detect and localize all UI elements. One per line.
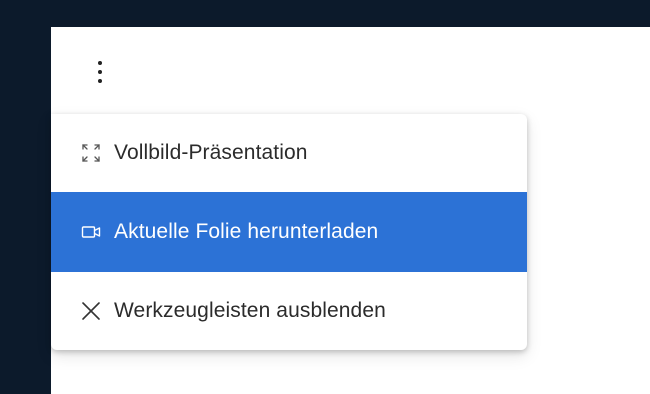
window-frame-top	[0, 0, 650, 27]
more-options-button[interactable]	[86, 54, 114, 90]
menu-item-fullscreen-presentation[interactable]: Vollbild-Präsentation	[51, 114, 527, 192]
window-frame-bottom	[0, 382, 51, 394]
more-vertical-icon	[98, 61, 102, 65]
more-vertical-icon-dot	[98, 70, 102, 74]
menu-item-download-current-slide[interactable]: Aktuelle Folie herunterladen	[51, 192, 527, 272]
options-dropdown-menu: Vollbild-Präsentation Aktuelle Folie her…	[51, 114, 527, 350]
menu-item-label: Aktuelle Folie herunterladen	[114, 220, 379, 243]
fullscreen-icon	[81, 143, 101, 163]
menu-item-label: Werkzeugleisten ausblenden	[114, 299, 386, 322]
window-frame-left	[0, 0, 51, 394]
menu-item-hide-toolbars[interactable]: Werkzeugleisten ausblenden	[51, 272, 527, 350]
camera-icon	[81, 222, 101, 242]
more-vertical-icon-dot	[98, 79, 102, 83]
menu-item-label: Vollbild-Präsentation	[114, 141, 308, 164]
close-icon	[81, 301, 101, 321]
